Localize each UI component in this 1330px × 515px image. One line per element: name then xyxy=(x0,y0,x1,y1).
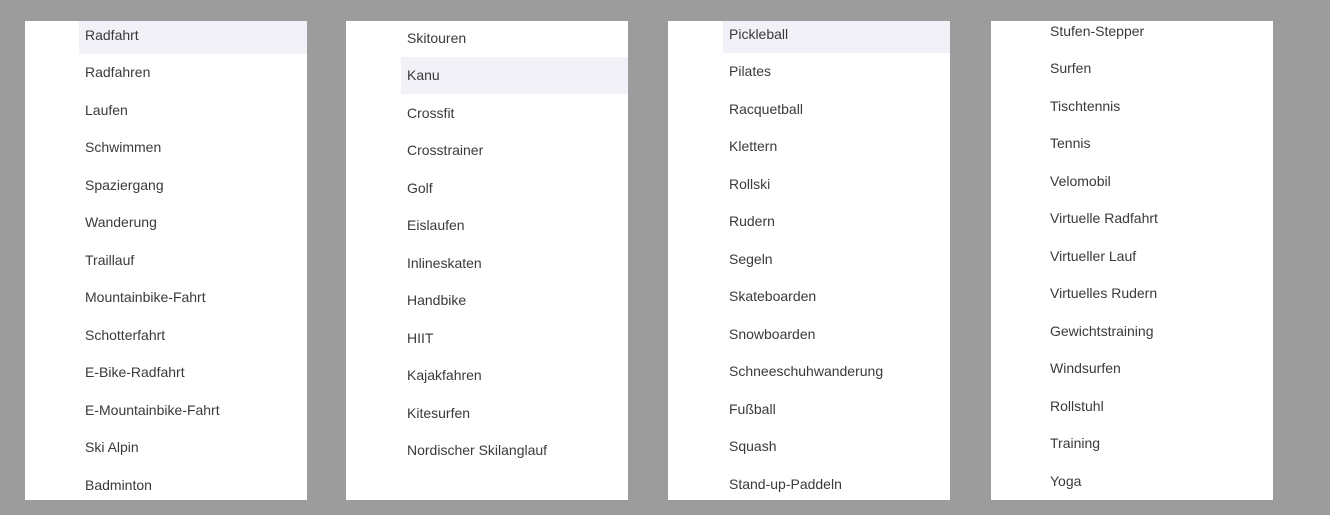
activity-option[interactable]: Skitouren xyxy=(407,21,628,57)
activity-list: Pickleball Pilates Racquetball Klettern Roll… xyxy=(723,21,950,500)
activity-option[interactable]: Nordischer Skilanglauf xyxy=(407,432,628,470)
activity-option[interactable]: Stufen-Stepper xyxy=(1050,21,1273,50)
activity-option[interactable]: Mountainbike-Fahrt xyxy=(85,279,307,317)
activity-list: Stufen-Stepper Surfen Tischtennis Tennis Vel… xyxy=(1050,21,1273,500)
activity-option[interactable]: Badminton xyxy=(85,466,307,500)
activity-option[interactable]: Ski Alpin xyxy=(85,429,307,467)
activity-list: Skitouren Kanu Crossfit Crosstrainer Golf Eis… xyxy=(401,21,628,470)
activity-option[interactable]: Skateboarden xyxy=(729,278,950,316)
activity-list-panel-1: Radfahrt Radfahren Laufen Schwimmen Spazierg… xyxy=(25,21,307,500)
activity-option[interactable]: Radfahren xyxy=(85,54,307,92)
activity-option[interactable]: Tennis xyxy=(1050,125,1273,163)
activity-option[interactable]: HIIT xyxy=(407,319,628,357)
activity-option[interactable]: Tischtennis xyxy=(1050,87,1273,125)
activity-option[interactable]: Schwimmen xyxy=(85,129,307,167)
activity-option[interactable]: Surfen xyxy=(1050,50,1273,88)
activity-option[interactable]: Eislaufen xyxy=(407,207,628,245)
activity-option[interactable]: Kajakfahren xyxy=(407,357,628,395)
activity-option[interactable]: Racquetball xyxy=(729,90,950,128)
activity-option[interactable]: Virtuelle Radfahrt xyxy=(1050,200,1273,238)
activity-option[interactable]: Handbike xyxy=(407,282,628,320)
activity-list-panel-3: Pickleball Pilates Racquetball Klettern Roll… xyxy=(668,21,950,500)
activity-option[interactable]: Rollski xyxy=(729,165,950,203)
activity-option[interactable]: Yoga xyxy=(1050,462,1273,500)
activity-option[interactable]: Gewichtstraining xyxy=(1050,312,1273,350)
activity-option[interactable]: Segeln xyxy=(729,240,950,278)
activity-option[interactable]: Rollstuhl xyxy=(1050,387,1273,425)
activity-option[interactable]: Crossfit xyxy=(407,94,628,132)
activity-option[interactable]: Velomobil xyxy=(1050,162,1273,200)
activity-option[interactable]: Virtueller Lauf xyxy=(1050,237,1273,275)
activity-option[interactable]: Traillauf xyxy=(85,241,307,279)
activity-list-panel-2: Skitouren Kanu Crossfit Crosstrainer Golf Eis… xyxy=(346,21,628,500)
activity-option[interactable]: Radfahrt xyxy=(79,21,307,54)
activity-option[interactable]: Virtuelles Rudern xyxy=(1050,275,1273,313)
activity-option[interactable]: Schneeschuhwanderung xyxy=(729,353,950,391)
activity-option[interactable]: Rudern xyxy=(729,203,950,241)
activity-option[interactable]: Pilates xyxy=(729,53,950,91)
activity-list: Radfahrt Radfahren Laufen Schwimmen Spazierg… xyxy=(79,21,307,500)
activity-option[interactable]: Wanderung xyxy=(85,204,307,242)
activity-option[interactable]: Golf xyxy=(407,169,628,207)
activity-option[interactable]: Fußball xyxy=(729,390,950,428)
activity-list-panel-4: Stufen-Stepper Surfen Tischtennis Tennis Vel… xyxy=(991,21,1273,500)
activity-option[interactable]: Kanu xyxy=(401,56,628,94)
activity-option[interactable]: Laufen xyxy=(85,91,307,129)
activity-option[interactable]: Kitesurfen xyxy=(407,394,628,432)
activity-option[interactable]: Spaziergang xyxy=(85,166,307,204)
activity-option[interactable]: Klettern xyxy=(729,128,950,166)
activity-option[interactable]: E-Bike-Radfahrt xyxy=(85,354,307,392)
activity-option[interactable]: Stand-up-Paddeln xyxy=(729,465,950,500)
activity-option[interactable]: Snowboarden xyxy=(729,315,950,353)
activity-option[interactable]: Squash xyxy=(729,428,950,466)
activity-option[interactable]: Inlineskaten xyxy=(407,244,628,282)
activity-option[interactable]: Pickleball xyxy=(723,21,950,53)
activity-option[interactable]: Windsurfen xyxy=(1050,350,1273,388)
activity-option[interactable]: Crosstrainer xyxy=(407,132,628,170)
activity-option[interactable]: E-Mountainbike-Fahrt xyxy=(85,391,307,429)
activity-option[interactable]: Schotterfahrt xyxy=(85,316,307,354)
activity-option[interactable]: Training xyxy=(1050,425,1273,463)
